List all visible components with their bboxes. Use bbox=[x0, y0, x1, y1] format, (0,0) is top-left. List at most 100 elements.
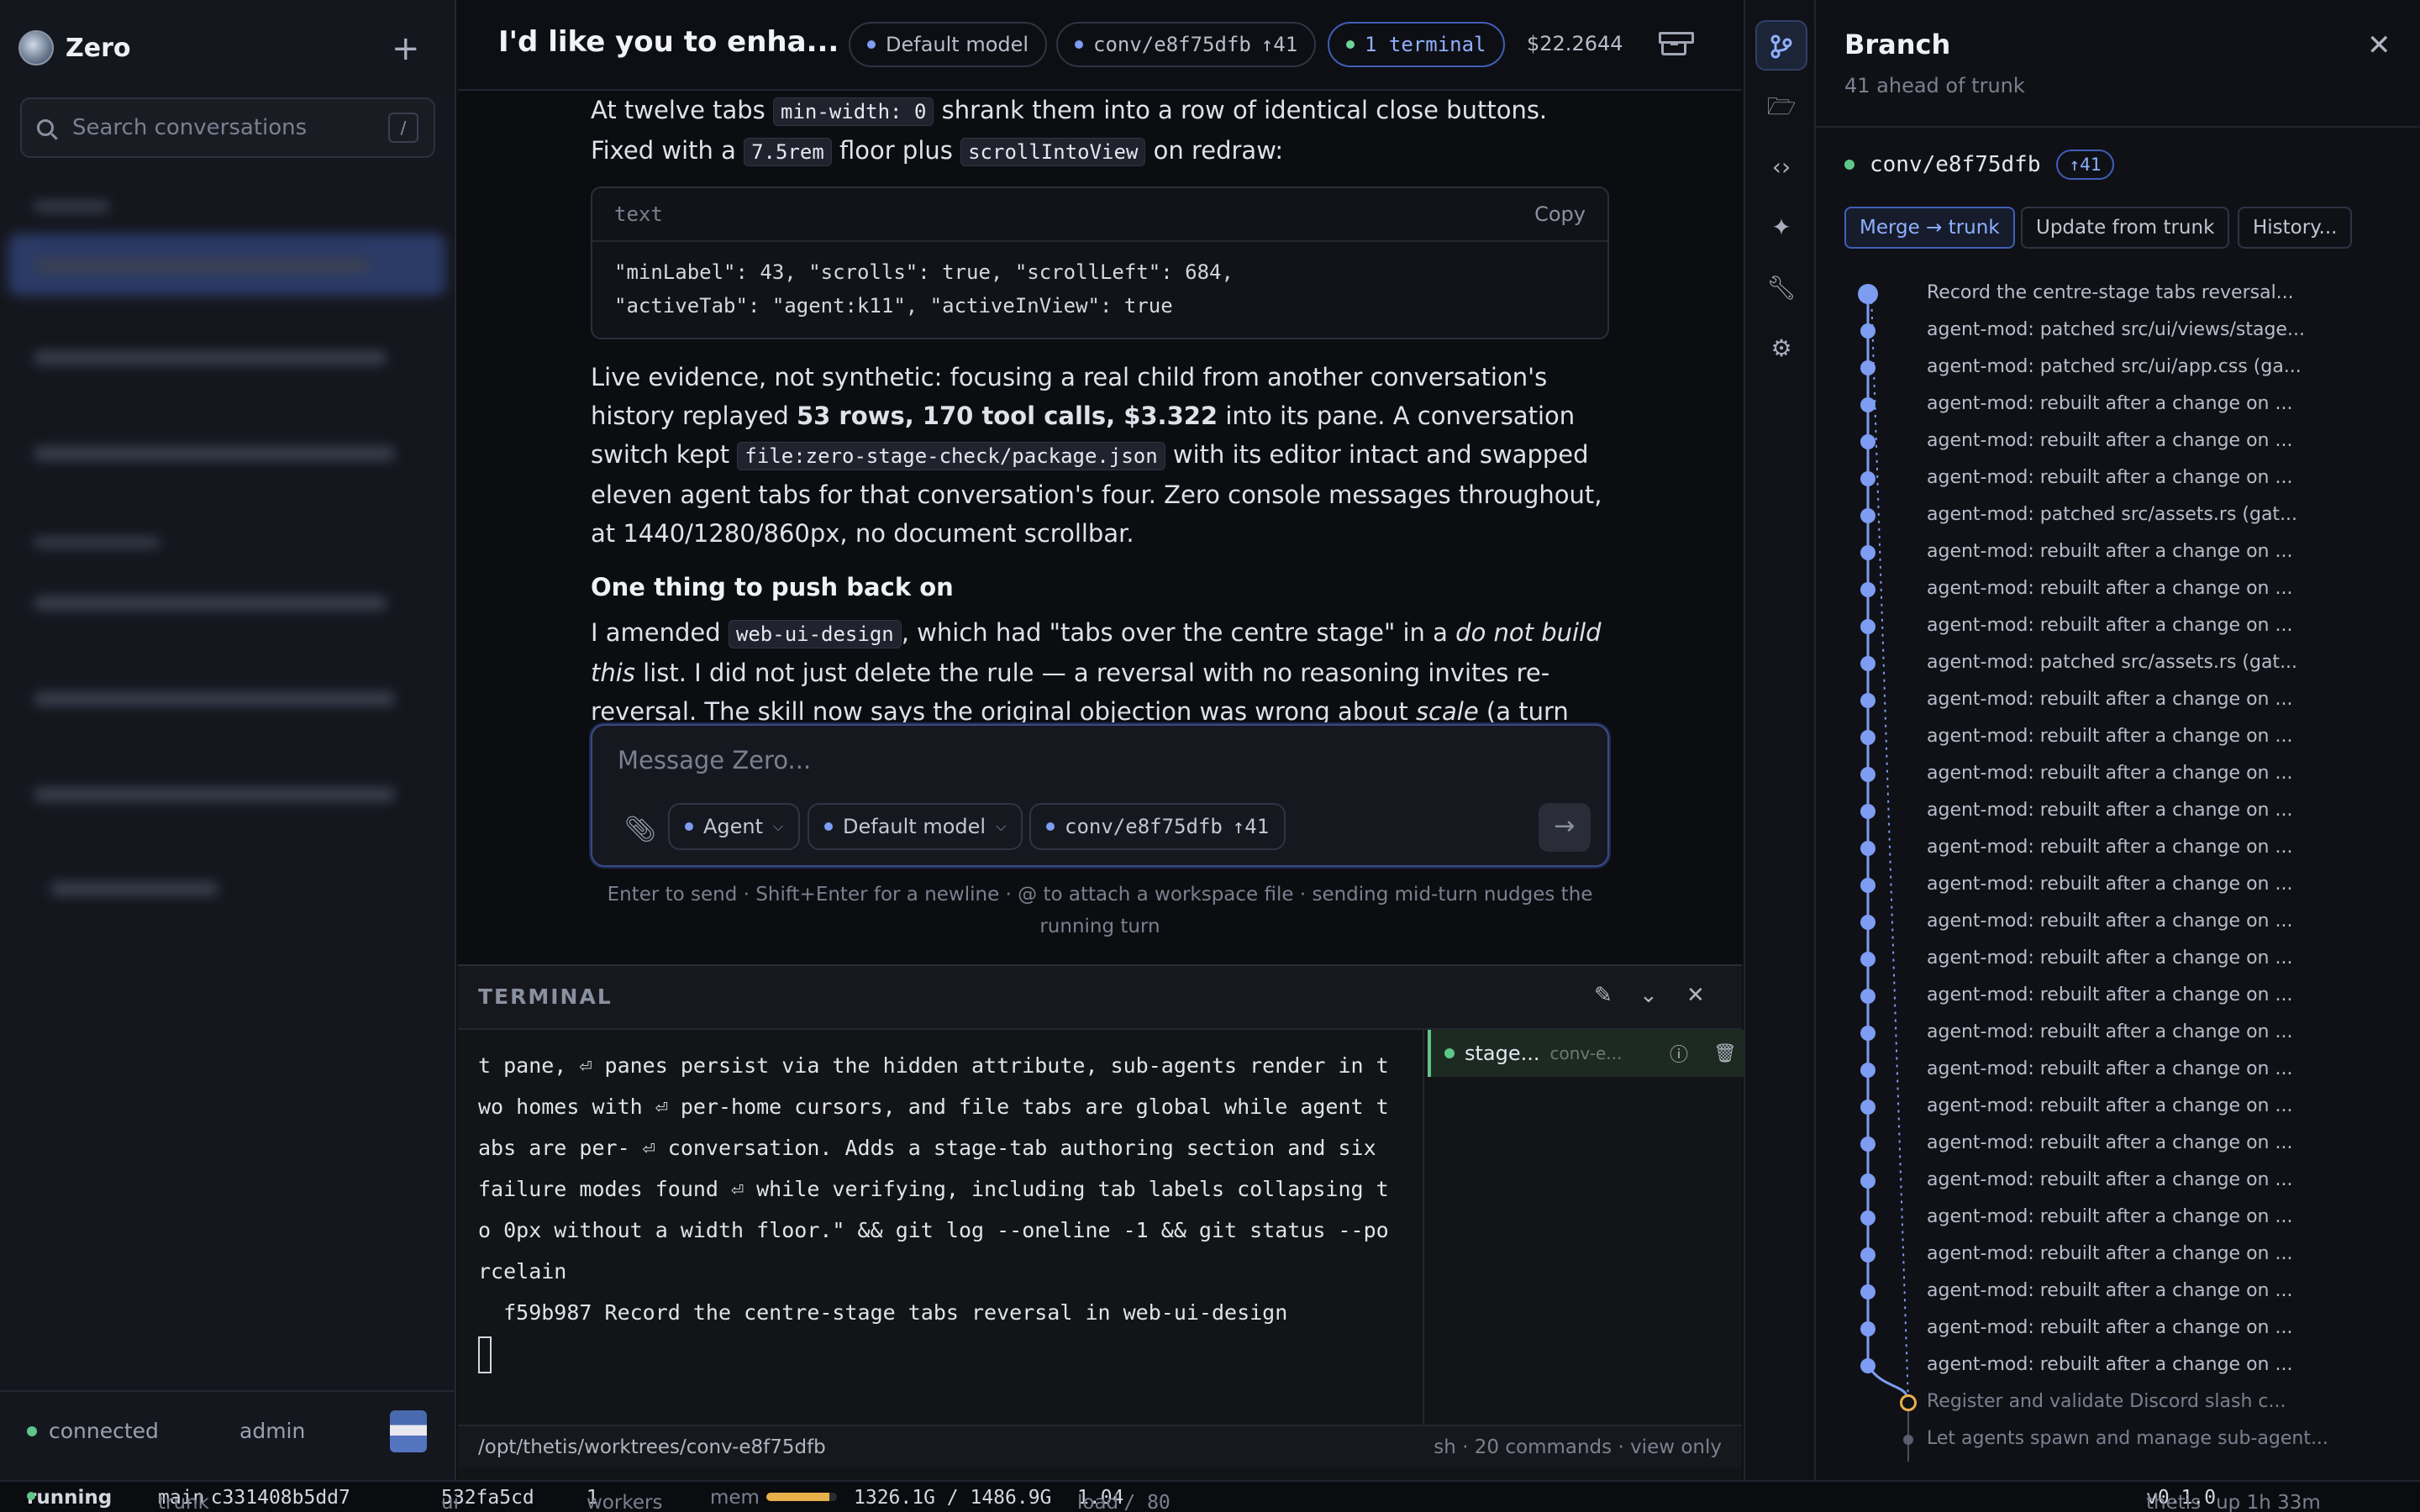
chevron-down-icon[interactable]: ⌄ bbox=[1639, 983, 1658, 1008]
folder-icon[interactable]: 🗁︎ bbox=[1755, 82, 1807, 133]
commit-message[interactable]: agent-mod: rebuilt after a change on ... bbox=[1927, 763, 2292, 784]
commit-dot[interactable] bbox=[1860, 582, 1876, 597]
commit-message[interactable]: agent-mod: patched src/assets.rs (gat... bbox=[1927, 504, 2297, 525]
commit-dot[interactable] bbox=[1860, 1247, 1876, 1263]
commit-dot[interactable] bbox=[1860, 397, 1876, 412]
terminal-pill[interactable]: 1 terminal bbox=[1328, 22, 1505, 67]
commit-message[interactable]: agent-mod: rebuilt after a change on ... bbox=[1927, 1354, 2292, 1375]
model-select[interactable]: Default model ⌵ bbox=[808, 803, 1023, 850]
commit-message[interactable]: agent-mod: rebuilt after a change on ... bbox=[1927, 467, 2292, 488]
model-pill[interactable]: Default model bbox=[849, 22, 1048, 67]
list-item[interactable] bbox=[34, 788, 395, 801]
list-item[interactable] bbox=[34, 351, 387, 365]
branch-pill[interactable]: conv/e8f75dfb ↑41 bbox=[1056, 22, 1317, 67]
commit-dot[interactable] bbox=[1860, 545, 1876, 560]
commit-message[interactable]: agent-mod: patched src/assets.rs (gat... bbox=[1927, 652, 2297, 673]
edit-pencil-icon[interactable]: ✎ bbox=[1594, 983, 1612, 1008]
commit-message[interactable]: agent-mod: rebuilt after a change on ... bbox=[1927, 1021, 2292, 1042]
commit-message[interactable]: agent-mod: rebuilt after a change on ... bbox=[1927, 541, 2292, 562]
commit-dot[interactable] bbox=[1860, 323, 1876, 339]
close-icon[interactable]: ✕ bbox=[1686, 983, 1705, 1008]
commit-dot[interactable] bbox=[1860, 1321, 1876, 1336]
conversation-title[interactable]: I'd like you to enha... bbox=[498, 25, 839, 59]
list-item[interactable] bbox=[34, 692, 395, 706]
commit-dot[interactable] bbox=[1860, 619, 1876, 634]
archive-icon[interactable] bbox=[1659, 32, 1694, 55]
trash-icon[interactable]: 🗑︎ bbox=[1713, 1043, 1737, 1064]
commit-dot[interactable] bbox=[1860, 360, 1876, 375]
trunk-commit-message[interactable]: Register and validate Discord slash c... bbox=[1927, 1391, 2286, 1412]
commit-message[interactable]: agent-mod: rebuilt after a change on ... bbox=[1927, 1317, 2292, 1338]
commit-message[interactable]: agent-mod: patched src/ui/views/stage... bbox=[1927, 319, 2305, 340]
commit-message[interactable]: agent-mod: rebuilt after a change on ... bbox=[1927, 800, 2292, 821]
commit-dot[interactable] bbox=[1860, 1210, 1876, 1226]
commit-message[interactable]: agent-mod: patched src/ui/app.css (ga... bbox=[1927, 356, 2302, 377]
trunk-commit-message[interactable]: Let agents spawn and manage sub-agent... bbox=[1927, 1428, 2328, 1449]
code-icon[interactable]: ‹› bbox=[1755, 143, 1807, 193]
terminal-tab-selected[interactable]: stage... conv-e... ⓘ 🗑︎ bbox=[1428, 1030, 1744, 1077]
commit-dot[interactable] bbox=[1860, 1173, 1876, 1189]
commit-dot[interactable] bbox=[1860, 952, 1876, 967]
commit-message[interactable]: agent-mod: rebuilt after a change on ... bbox=[1927, 430, 2292, 451]
commit-message[interactable]: agent-mod: rebuilt after a change on ... bbox=[1927, 874, 2292, 895]
list-item[interactable] bbox=[34, 447, 395, 460]
commit-message[interactable]: agent-mod: rebuilt after a change on ... bbox=[1927, 948, 2292, 969]
commit-dot[interactable] bbox=[1860, 1100, 1876, 1115]
commit-dot[interactable] bbox=[1860, 1063, 1876, 1078]
commit-dot[interactable] bbox=[1858, 284, 1878, 304]
commit-dot[interactable] bbox=[1860, 1137, 1876, 1152]
commit-dot[interactable] bbox=[1860, 989, 1876, 1004]
history-button[interactable]: History... bbox=[2238, 207, 2353, 249]
branch-select[interactable]: conv/e8f75dfb ↑41 bbox=[1029, 803, 1286, 850]
commit-dot[interactable] bbox=[1860, 878, 1876, 893]
commit-message[interactable]: agent-mod: rebuilt after a change on ... bbox=[1927, 1058, 2292, 1079]
commit-dot[interactable] bbox=[1860, 693, 1876, 708]
close-icon[interactable]: ✕ bbox=[2367, 29, 2391, 62]
list-item[interactable] bbox=[34, 596, 387, 610]
commit-message[interactable]: agent-mod: rebuilt after a change on ... bbox=[1927, 1206, 2292, 1227]
sparkle-icon[interactable]: ✦ bbox=[1755, 203, 1807, 254]
commit-message[interactable]: agent-mod: rebuilt after a change on ... bbox=[1927, 1132, 2292, 1153]
commit-dot[interactable] bbox=[1860, 841, 1876, 856]
search-input[interactable] bbox=[72, 115, 388, 140]
commit-message[interactable]: agent-mod: rebuilt after a change on ... bbox=[1927, 689, 2292, 710]
commit-dot[interactable] bbox=[1860, 656, 1876, 671]
commit-dot[interactable] bbox=[1860, 1358, 1876, 1373]
commit-message[interactable]: agent-mod: rebuilt after a change on ... bbox=[1927, 911, 2292, 932]
list-item[interactable] bbox=[50, 882, 218, 895]
copy-button[interactable]: Copy bbox=[1534, 195, 1586, 234]
wrench-icon[interactable]: 🔧︎ bbox=[1755, 264, 1807, 314]
commit-dot[interactable] bbox=[1860, 471, 1876, 486]
terminal-output[interactable]: t pane, ⏎ panes persist via the hidden a… bbox=[478, 1045, 1436, 1374]
commit-dot[interactable] bbox=[1860, 915, 1876, 930]
merge-to-trunk-button[interactable]: Merge → trunk bbox=[1844, 207, 2015, 249]
commit-message[interactable]: Record the centre-stage tabs reversal... bbox=[1927, 282, 2294, 303]
commit-dot[interactable] bbox=[1860, 434, 1876, 449]
commit-dot[interactable] bbox=[1860, 767, 1876, 782]
send-arrow-icon[interactable]: → bbox=[1539, 803, 1591, 852]
update-from-trunk-button[interactable]: Update from trunk bbox=[2021, 207, 2230, 249]
commit-message[interactable]: agent-mod: rebuilt after a change on ... bbox=[1927, 578, 2292, 599]
commit-message[interactable]: agent-mod: rebuilt after a change on ... bbox=[1927, 1169, 2292, 1190]
commit-message[interactable]: agent-mod: rebuilt after a change on ... bbox=[1927, 984, 2292, 1005]
commit-message[interactable]: agent-mod: rebuilt after a change on ... bbox=[1927, 726, 2292, 747]
branch-icon[interactable] bbox=[1755, 20, 1807, 71]
search-box[interactable]: / bbox=[20, 97, 435, 158]
commit-dot[interactable] bbox=[1860, 508, 1876, 523]
commit-message[interactable]: agent-mod: rebuilt after a change on ... bbox=[1927, 615, 2292, 636]
commit-message[interactable]: agent-mod: rebuilt after a change on ... bbox=[1927, 393, 2292, 414]
commit-message[interactable]: agent-mod: rebuilt after a change on ... bbox=[1927, 1280, 2292, 1301]
commit-dot[interactable] bbox=[1860, 1284, 1876, 1299]
merge-base-dot[interactable] bbox=[1900, 1394, 1917, 1411]
avatar[interactable] bbox=[390, 1410, 427, 1452]
info-icon[interactable]: ⓘ bbox=[1670, 1040, 1688, 1067]
commit-dot[interactable] bbox=[1860, 730, 1876, 745]
commit-dot[interactable] bbox=[1860, 804, 1876, 819]
commit-message[interactable]: agent-mod: rebuilt after a change on ... bbox=[1927, 1243, 2292, 1264]
new-conversation-plus-icon[interactable]: + bbox=[392, 32, 420, 66]
commit-dot[interactable] bbox=[1860, 1026, 1876, 1041]
mode-select[interactable]: Agent ⌵ bbox=[668, 803, 801, 850]
trunk-commit-dot[interactable] bbox=[1903, 1435, 1913, 1445]
attach-paperclip-icon[interactable]: 📎︎ bbox=[624, 815, 656, 844]
bug-icon[interactable]: ⚙ bbox=[1755, 324, 1807, 375]
